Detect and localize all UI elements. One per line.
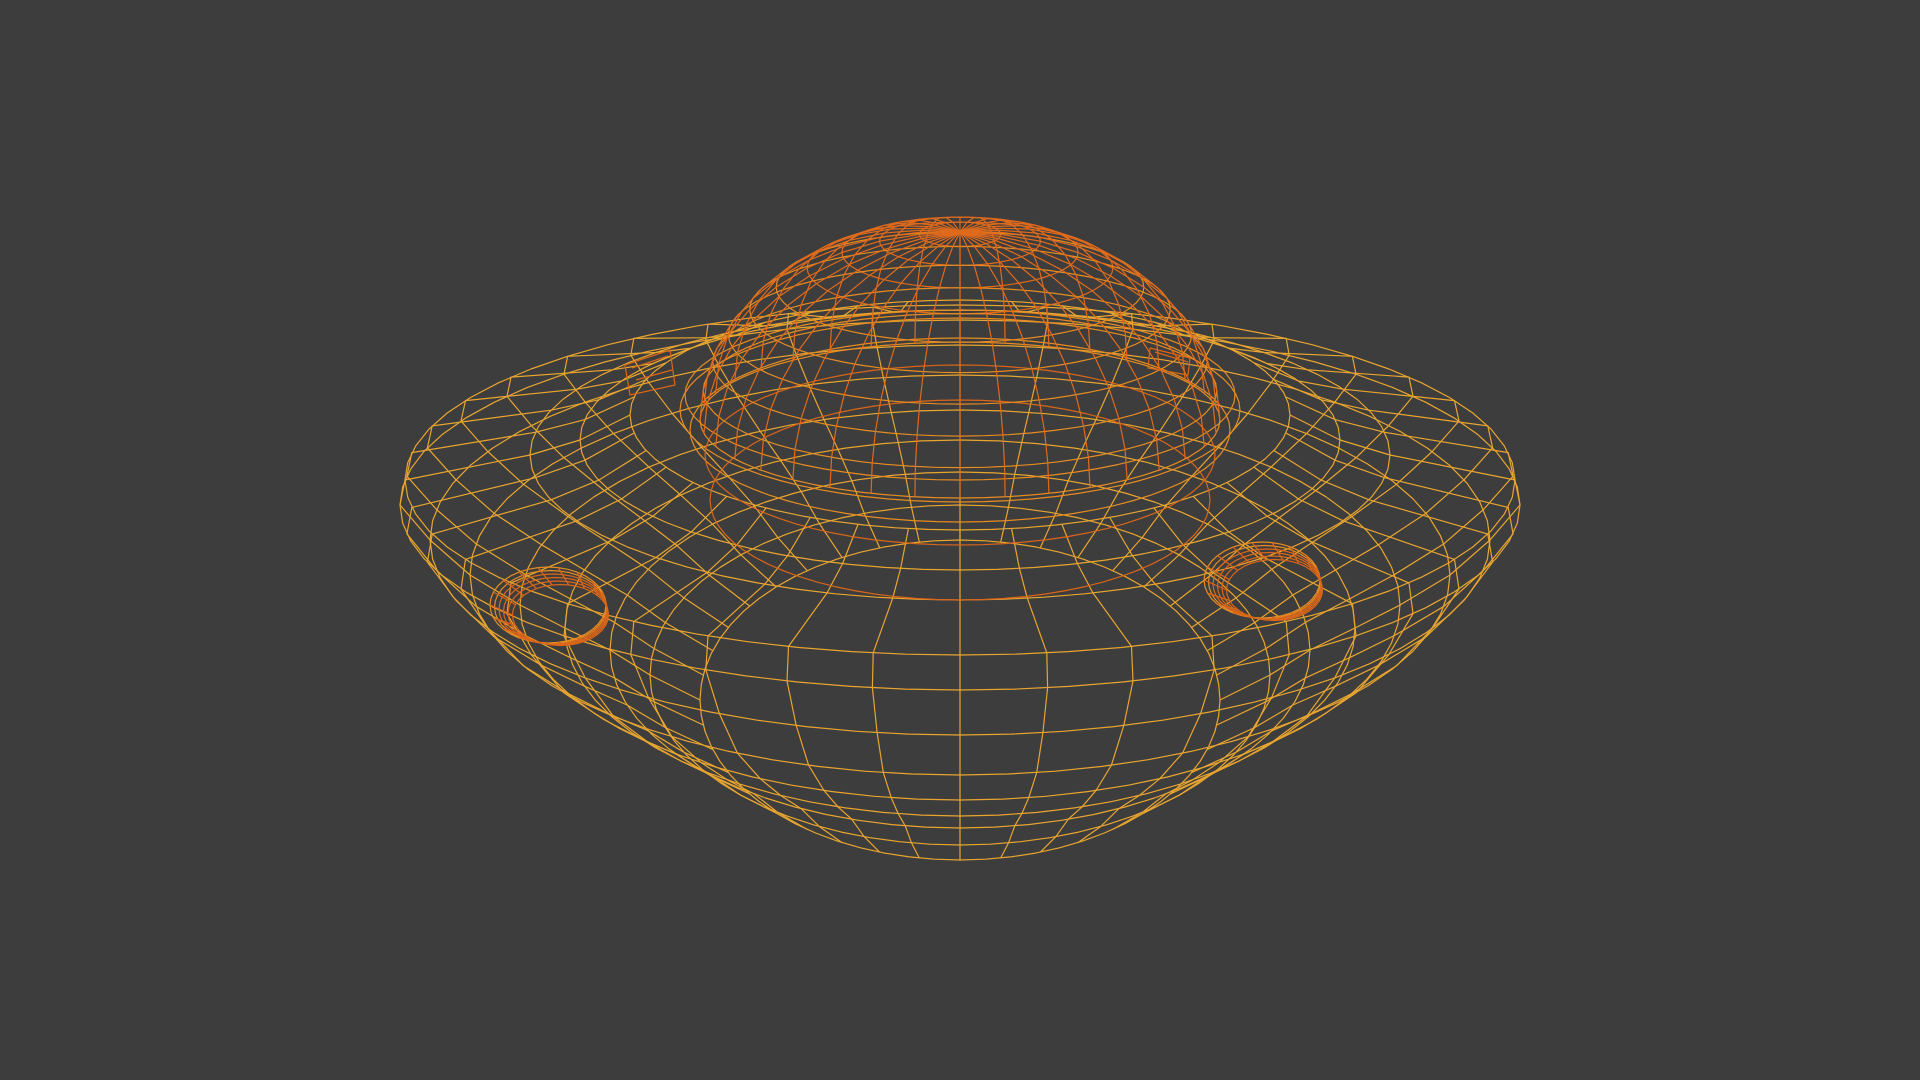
saucer-meridian-9	[1000, 528, 1049, 859]
wireframe-model[interactable]	[0, 0, 1920, 1080]
saucer-meridian-5	[1143, 495, 1357, 814]
left-tab	[624, 349, 676, 396]
saucer-meridian-27	[705, 311, 843, 558]
saucer-meridian-15	[563, 495, 777, 814]
saucer-meridian-25	[563, 333, 777, 588]
left-port-ring-4	[507, 580, 609, 646]
saucer-meridian-31	[1000, 301, 1049, 543]
dome-longitude-10	[914, 231, 961, 497]
right-port	[1203, 541, 1324, 622]
saucer-meridian-11	[871, 528, 920, 859]
saucer-meridian-39	[1216, 396, 1514, 676]
saucer-meridian-3	[1191, 466, 1460, 774]
left-port-spoke-14	[557, 567, 570, 586]
saucer-meridian-29	[871, 301, 920, 543]
saucer-meridian-37	[1191, 362, 1460, 628]
right-port-ring-5	[1225, 558, 1324, 622]
3d-viewport[interactable]	[0, 0, 1920, 1080]
dome-longitude-8	[959, 231, 1006, 497]
left-port-spoke-11	[503, 580, 525, 596]
saucer-meridian-35	[1143, 333, 1357, 588]
saucer-meridian-33	[1077, 311, 1215, 558]
saucer-meridian-21	[406, 396, 704, 676]
saucer-meridian-17	[460, 466, 729, 774]
